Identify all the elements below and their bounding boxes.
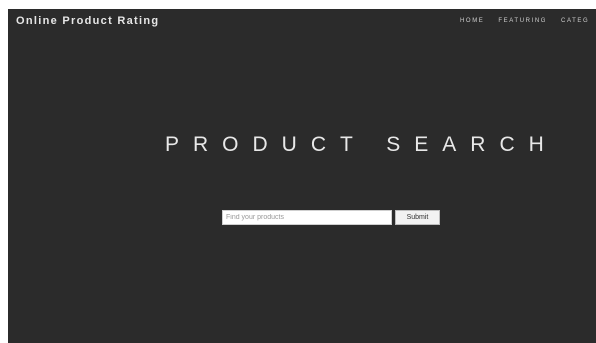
submit-button[interactable]: Submit (395, 210, 440, 225)
nav-categories[interactable]: CATEG (561, 18, 589, 24)
hero-title: PRODUCT SEARCH (165, 133, 558, 156)
nav-featuring[interactable]: FEATURING (498, 18, 547, 24)
nav-home[interactable]: HOME (460, 18, 484, 24)
site-brand[interactable]: Online Product Rating (16, 15, 159, 27)
top-nav: HOME FEATURING CATEG (460, 18, 589, 24)
page-frame: Online Product Rating HOME FEATURING CAT… (8, 9, 596, 343)
search-input[interactable] (222, 210, 392, 225)
